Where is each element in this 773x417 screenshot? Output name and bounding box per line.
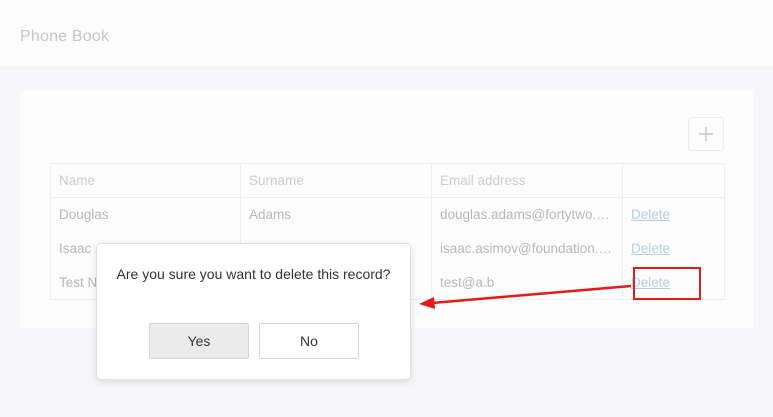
annotation-highlight-box — [633, 267, 701, 300]
plus-icon — [699, 127, 713, 141]
header-action — [622, 163, 725, 198]
header-email: Email address — [431, 163, 623, 198]
header-surname: Surname — [240, 163, 432, 198]
cell-email: test@a.b — [431, 265, 623, 300]
header-name: Name — [50, 163, 241, 198]
cell-email: isaac.asimov@foundation.com — [431, 231, 623, 266]
cell-action: Delete — [622, 231, 725, 266]
add-record-button[interactable] — [688, 117, 724, 151]
no-button[interactable]: No — [259, 323, 359, 359]
app-title: Phone Book — [20, 28, 110, 45]
dialog-message: Are you sure you want to delete this rec… — [116, 266, 391, 282]
yes-button[interactable]: Yes — [149, 323, 249, 359]
cell-surname: Adams — [240, 197, 432, 232]
cell-name: Douglas — [50, 197, 241, 232]
app-header: Phone Book — [0, 0, 773, 66]
confirm-dialog: Are you sure you want to delete this rec… — [96, 243, 411, 380]
delete-link[interactable]: Delete — [631, 207, 670, 222]
table-row: Douglas Adams douglas.adams@fortytwo.com… — [50, 197, 725, 232]
table-header-row: Name Surname Email address — [50, 163, 725, 198]
cell-action: Delete — [622, 197, 725, 232]
cell-email: douglas.adams@fortytwo.com — [431, 197, 623, 232]
delete-link[interactable]: Delete — [631, 241, 670, 256]
